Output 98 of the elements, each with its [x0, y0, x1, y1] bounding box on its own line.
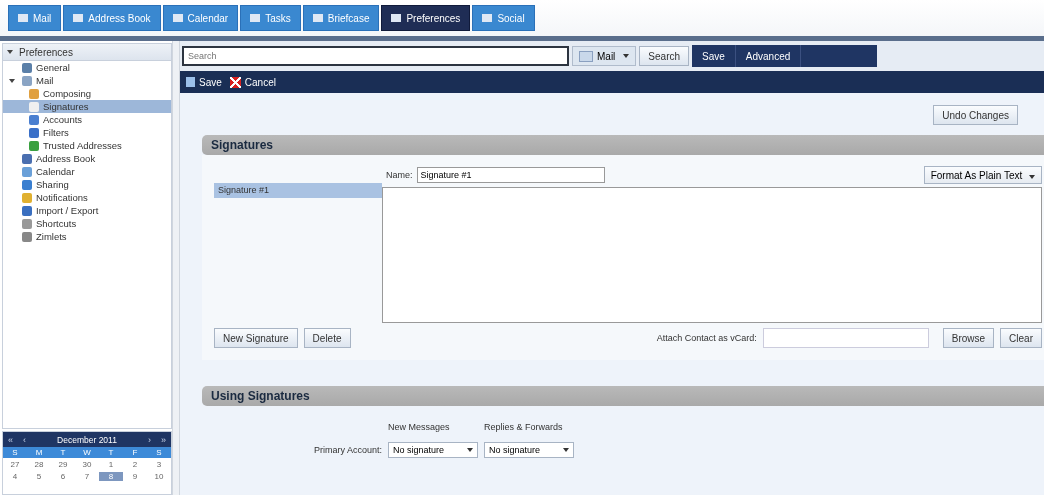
tree-item[interactable]: Zimlets	[3, 230, 171, 243]
item-icon	[29, 88, 39, 99]
item-icon	[22, 218, 32, 229]
tree-item[interactable]: Trusted Addresses	[3, 139, 171, 152]
vcard-label: Attach Contact as vCard:	[656, 333, 757, 343]
weekday-label: S	[155, 448, 163, 457]
tree-item[interactable]: Calendar	[3, 165, 171, 178]
browse-button[interactable]: Browse	[942, 328, 995, 348]
column-header: New Messages	[388, 422, 451, 432]
item-icon	[22, 153, 32, 164]
calendar-day[interactable]: 3	[147, 459, 171, 469]
format-dropdown[interactable]: Format As Plain Text	[923, 166, 1042, 184]
next-year-button[interactable]: »	[156, 434, 171, 445]
search-button[interactable]: Search	[639, 46, 690, 66]
tree-item[interactable]: Signatures	[3, 100, 171, 113]
calendar-day[interactable]: 7	[75, 471, 99, 481]
calendar-day[interactable]: 9	[123, 471, 147, 481]
calendar-day[interactable]: 1	[99, 459, 123, 469]
envelope-icon	[579, 50, 593, 62]
name-field[interactable]: Signature #1	[416, 167, 605, 183]
tree-item[interactable]: Accounts	[3, 113, 171, 126]
app-tab[interactable]: Briefcase	[302, 5, 380, 31]
calendar-day[interactable]: 10	[147, 471, 171, 481]
delete-button[interactable]: Delete	[303, 328, 351, 348]
weekday-label: M	[34, 448, 44, 457]
tab-icon	[312, 14, 323, 22]
advanced-button[interactable]: Advanced	[735, 45, 802, 67]
splitter-handle[interactable]	[172, 41, 180, 495]
calendar-day[interactable]: 4	[3, 471, 27, 481]
calendar-day[interactable]: 29	[51, 459, 75, 469]
weekday-label: T	[59, 448, 67, 457]
signature-item[interactable]: Signature #1	[214, 183, 382, 198]
calendar-day[interactable]: 2	[123, 459, 147, 469]
tree-item[interactable]: Shortcuts	[3, 217, 171, 230]
item-icon	[22, 192, 32, 203]
name-label: Name:	[386, 170, 413, 180]
calendar-day[interactable]: 6	[51, 471, 75, 481]
app-tab[interactable]: Address Book	[63, 5, 161, 31]
calendar-day[interactable]: 28	[27, 459, 51, 469]
search-field[interactable]: Search	[182, 46, 569, 66]
weekday-label: T	[107, 448, 115, 457]
calendar-day[interactable]: 30	[75, 459, 99, 469]
tab-icon	[482, 14, 493, 22]
search-scope-dropdown[interactable]: Mail	[572, 46, 637, 66]
item-icon	[22, 205, 32, 216]
new-messages-dropdown[interactable]: No signature	[388, 442, 478, 458]
account-label: Primary Account:	[312, 445, 382, 455]
month-title: December 2011	[56, 434, 118, 445]
app-tab[interactable]: Mail	[8, 5, 62, 31]
item-icon	[22, 231, 32, 242]
signature-text-area[interactable]	[382, 187, 1042, 323]
item-icon	[29, 140, 39, 151]
item-icon	[29, 114, 39, 125]
item-icon	[22, 75, 32, 86]
app-tab[interactable]: Tasks	[240, 5, 301, 31]
new-signature-button[interactable]: New Signature	[214, 328, 298, 348]
tree-item[interactable]: Notifications	[3, 191, 171, 204]
weekday-label: S	[11, 448, 19, 457]
save-button[interactable]: Save	[186, 76, 222, 88]
undo-changes-button[interactable]: Undo Changes	[933, 105, 1018, 125]
weekday-label: W	[82, 448, 92, 457]
calendar-day[interactable]: 27	[3, 459, 27, 469]
next-month-button[interactable]: ›	[143, 434, 156, 445]
sidebar-header[interactable]: Preferences	[3, 44, 171, 61]
tree-item[interactable]: Import / Export	[3, 204, 171, 217]
cancel-icon	[229, 76, 241, 88]
tree-item[interactable]: Filters	[3, 126, 171, 139]
app-tab[interactable]: Calendar	[162, 5, 239, 31]
tree-item[interactable]: General	[3, 61, 171, 74]
vcard-field[interactable]	[762, 328, 929, 348]
tree-item[interactable]: Mail	[3, 74, 171, 87]
item-icon	[22, 62, 32, 73]
item-icon	[22, 179, 32, 190]
save-icon	[186, 77, 195, 87]
tab-icon	[73, 14, 84, 22]
previous-year-button[interactable]: «	[3, 434, 18, 445]
cancel-button[interactable]: Cancel	[229, 76, 276, 88]
tree-item[interactable]: Composing	[3, 87, 171, 100]
section-header: Using Signatures	[202, 386, 1044, 406]
tree-item[interactable]: Sharing	[3, 178, 171, 191]
section-header: Signatures	[202, 135, 1044, 155]
item-icon	[29, 101, 39, 112]
previous-month-button[interactable]: ‹	[18, 434, 31, 445]
calendar-day[interactable]: 5	[27, 471, 51, 481]
weekday-label: F	[131, 448, 139, 457]
tree-item[interactable]: Address Book	[3, 152, 171, 165]
app-tab[interactable]: Social	[472, 5, 535, 31]
tab-icon	[172, 14, 183, 22]
tab-icon	[391, 14, 402, 22]
save-search-button[interactable]: Save	[692, 45, 736, 67]
column-header: Replies & Forwards	[484, 422, 564, 432]
tab-icon	[18, 14, 28, 22]
item-icon	[29, 127, 39, 138]
item-icon	[22, 166, 32, 177]
replies-dropdown[interactable]: No signature	[484, 442, 574, 458]
tab-icon	[250, 14, 261, 22]
app-tab[interactable]: Preferences	[381, 5, 471, 31]
clear-button[interactable]: Clear	[1000, 328, 1042, 348]
